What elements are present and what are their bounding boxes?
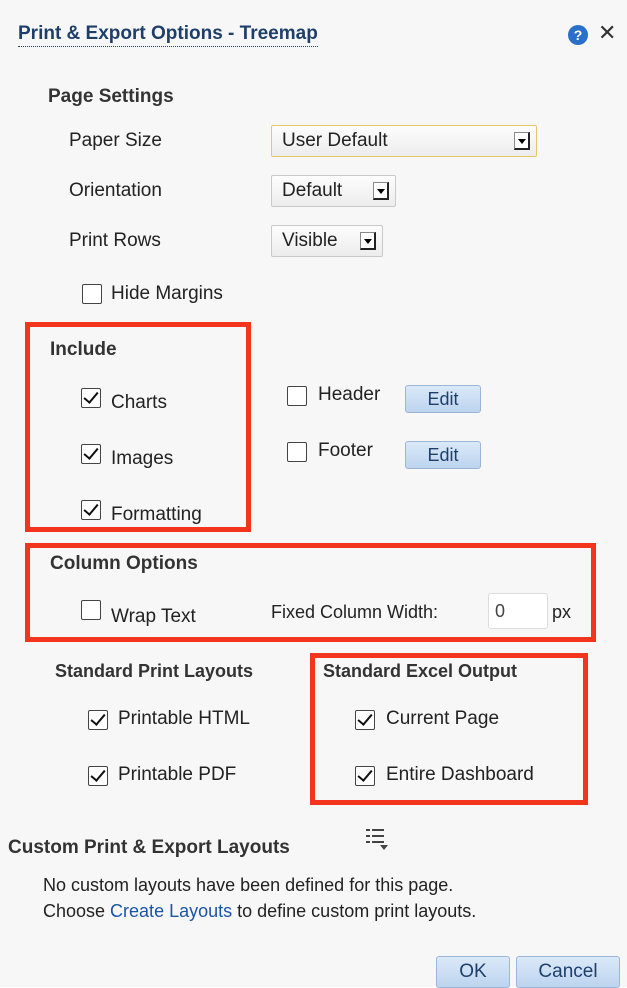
custom-layouts-message: No custom layouts have been defined for …	[43, 875, 454, 895]
orientation-label: Orientation	[69, 180, 162, 201]
wrap-text-checkbox[interactable]	[81, 600, 101, 620]
entire-dashboard-label: Entire Dashboard	[386, 764, 534, 785]
print-rows-label: Print Rows	[69, 230, 161, 251]
printable-pdf-label: Printable PDF	[118, 764, 237, 785]
hide-margins-checkbox[interactable]	[82, 284, 102, 304]
print-export-dialog: Print & Export Options - Treemap ? ✕ Pag…	[0, 0, 627, 988]
current-page-checkbox[interactable]	[355, 710, 375, 730]
chevron-down-icon	[514, 132, 530, 150]
fixed-column-width-unit: px	[552, 602, 572, 622]
fixed-column-width-label: Fixed Column Width:	[271, 602, 439, 622]
ok-button[interactable]: OK	[436, 956, 510, 988]
dialog-title: Print & Export Options - Treemap	[18, 22, 318, 47]
custom-layouts-heading: Custom Print & Export Layouts	[8, 837, 290, 858]
header-edit-button[interactable]: Edit	[405, 385, 481, 413]
hide-margins-label: Hide Margins	[111, 283, 223, 304]
footer-label: Footer	[318, 440, 373, 461]
footer-checkbox[interactable]	[287, 442, 307, 462]
header-label: Header	[318, 384, 381, 405]
paper-size-select[interactable]: User Default	[271, 125, 537, 157]
chevron-down-icon	[373, 182, 389, 200]
print-layouts-heading: Standard Print Layouts	[55, 661, 254, 681]
hint-suffix: to define custom print layouts.	[232, 901, 477, 921]
images-checkbox[interactable]	[81, 444, 101, 464]
orientation-value: Default	[282, 180, 343, 201]
orientation-select[interactable]: Default	[271, 175, 396, 207]
excel-output-heading: Standard Excel Output	[323, 661, 518, 681]
page-settings-heading: Page Settings	[48, 86, 174, 107]
images-label: Images	[111, 448, 174, 469]
footer-edit-button[interactable]: Edit	[405, 441, 481, 469]
custom-layouts-hint: Choose Create Layouts to define custom p…	[43, 901, 476, 922]
printable-pdf-checkbox[interactable]	[88, 766, 108, 786]
create-layouts-link[interactable]: Create Layouts	[110, 901, 232, 921]
print-rows-value: Visible	[282, 230, 338, 251]
printable-html-checkbox[interactable]	[88, 710, 108, 730]
help-icon[interactable]: ?	[568, 25, 588, 45]
column-options-heading: Column Options	[50, 553, 198, 574]
paper-size-value: User Default	[282, 130, 388, 151]
paper-size-label: Paper Size	[69, 130, 162, 151]
current-page-label: Current Page	[386, 708, 500, 729]
hint-prefix: Choose	[43, 901, 111, 921]
wrap-text-label: Wrap Text	[111, 606, 196, 627]
layout-menu-icon[interactable]	[366, 827, 390, 851]
formatting-label: Formatting	[111, 504, 202, 525]
header-checkbox[interactable]	[287, 386, 307, 406]
chevron-down-icon	[360, 232, 376, 250]
include-heading: Include	[50, 339, 117, 360]
printable-html-label: Printable HTML	[118, 708, 250, 729]
close-icon[interactable]: ✕	[598, 20, 616, 46]
print-rows-select[interactable]: Visible	[271, 225, 383, 257]
fixed-column-width-input[interactable]: 0	[488, 593, 548, 629]
charts-checkbox[interactable]	[81, 388, 101, 408]
cancel-button[interactable]: Cancel	[516, 956, 620, 988]
charts-label: Charts	[111, 392, 167, 413]
entire-dashboard-checkbox[interactable]	[355, 766, 375, 786]
formatting-checkbox[interactable]	[81, 500, 101, 520]
